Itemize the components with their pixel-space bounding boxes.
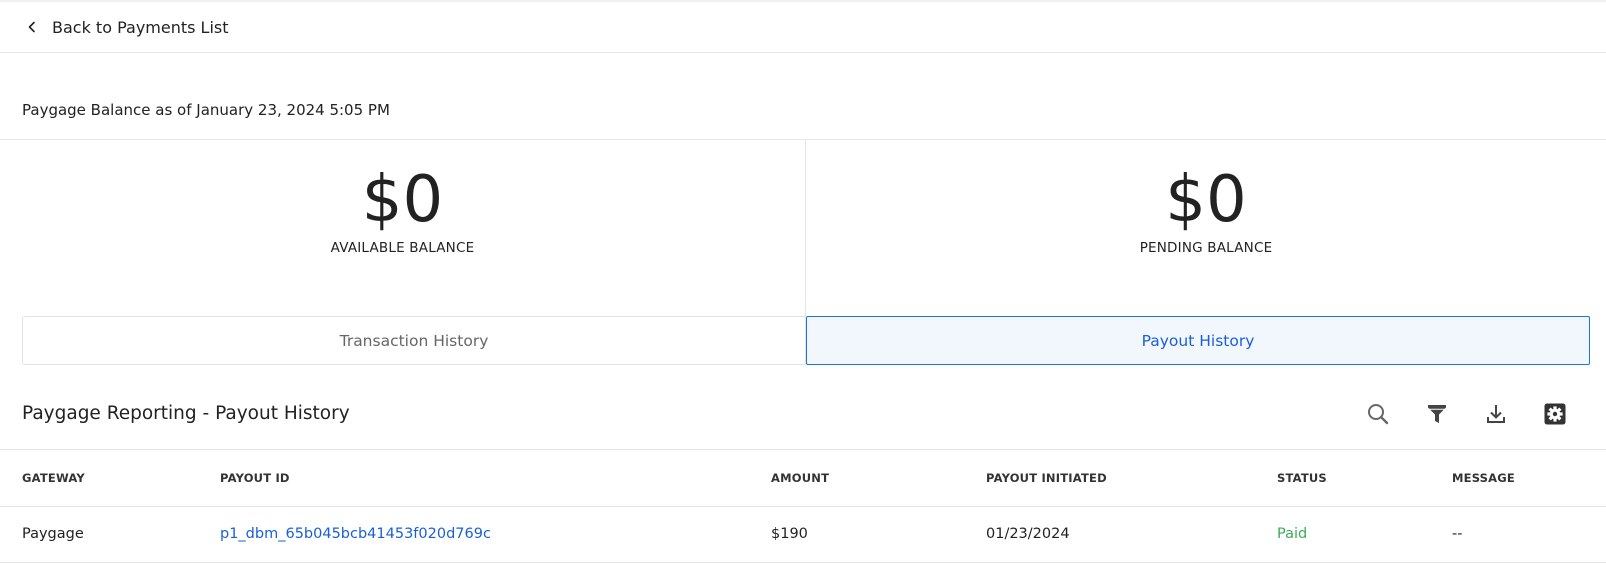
- cell-amount: $190: [771, 506, 986, 563]
- tab-transaction-history[interactable]: Transaction History: [22, 316, 806, 365]
- table-header-row: GATEWAY PAYOUT ID AMOUNT PAYOUT INITIATE…: [0, 451, 1606, 507]
- column-header-status[interactable]: STATUS: [1277, 451, 1452, 507]
- pending-balance-label: PENDING BALANCE: [1139, 240, 1273, 256]
- balance-summary: $0 AVAILABLE BALANCE $0 PENDING BALANCE: [0, 139, 1606, 317]
- tab-payout-history[interactable]: Payout History: [806, 316, 1590, 365]
- pending-balance-amount: $0: [1165, 163, 1247, 237]
- status-badge: Paid: [1277, 526, 1308, 542]
- filter-button[interactable]: [1424, 401, 1450, 427]
- settings-button[interactable]: [1542, 401, 1568, 427]
- chevron-left-icon: [28, 21, 35, 33]
- payout-history-table: GATEWAY PAYOUT ID AMOUNT PAYOUT INITIATE…: [0, 451, 1606, 563]
- available-balance-amount: $0: [361, 163, 444, 237]
- report-toolbar: [1332, 401, 1568, 427]
- cell-status: Paid: [1277, 506, 1452, 563]
- filter-icon: [1428, 404, 1446, 423]
- page: Back to Payments List Paygage Balance as…: [0, 0, 1606, 565]
- search-icon: [1368, 403, 1389, 424]
- available-balance-label: AVAILABLE BALANCE: [330, 240, 475, 256]
- pending-balance-card: $0 PENDING BALANCE: [806, 140, 1606, 317]
- balance-title: Paygage Balance as of January 23, 2024 5…: [22, 101, 390, 119]
- cell-payout-id: p1_dbm_65b045bcb41453f020d769c: [220, 506, 771, 563]
- search-button[interactable]: [1365, 401, 1391, 427]
- back-link-label: Back to Payments List: [52, 17, 229, 37]
- table-row[interactable]: Paygage p1_dbm_65b045bcb41453f020d769c $…: [0, 506, 1606, 563]
- available-balance-card: $0 AVAILABLE BALANCE: [0, 140, 806, 317]
- payout-id-link[interactable]: p1_dbm_65b045bcb41453f020d769c: [220, 526, 491, 542]
- report-header: Paygage Reporting - Payout History: [0, 388, 1606, 450]
- report-title: Paygage Reporting - Payout History: [22, 403, 350, 424]
- history-tabs: Transaction History Payout History: [22, 316, 1590, 365]
- column-header-gateway[interactable]: GATEWAY: [0, 451, 220, 507]
- cell-gateway: Paygage: [0, 506, 220, 563]
- column-header-payout-initiated[interactable]: PAYOUT INITIATED: [986, 451, 1277, 507]
- column-header-amount[interactable]: AMOUNT: [771, 451, 986, 507]
- download-button[interactable]: [1483, 401, 1509, 427]
- column-header-payout-id[interactable]: PAYOUT ID: [220, 451, 771, 507]
- top-bar: Back to Payments List: [0, 0, 1606, 53]
- cell-message: --: [1452, 506, 1606, 563]
- column-header-message[interactable]: MESSAGE: [1452, 451, 1606, 507]
- back-to-payments-link[interactable]: Back to Payments List: [26, 18, 229, 37]
- download-icon: [1487, 404, 1505, 423]
- gear-icon: [1544, 403, 1566, 424]
- cell-payout-initiated: 01/23/2024: [986, 506, 1277, 563]
